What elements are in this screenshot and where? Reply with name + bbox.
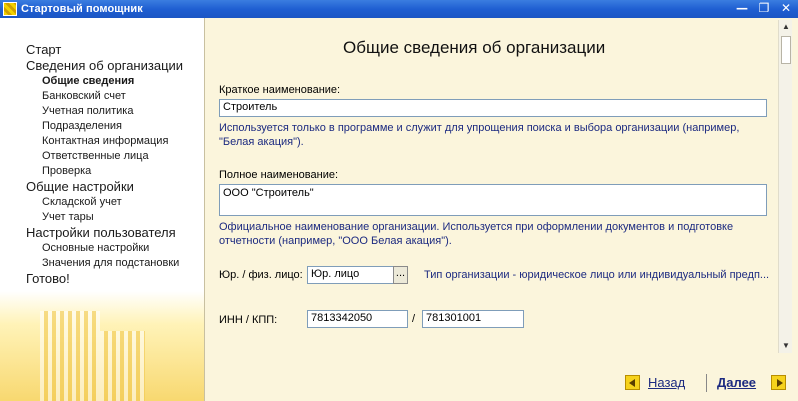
page-title: Общие сведения об организации bbox=[343, 38, 606, 57]
scroll-up-arrow-icon[interactable]: ▲ bbox=[779, 20, 793, 34]
short-name-input[interactable]: Строитель bbox=[219, 99, 767, 117]
sidebar-item[interactable]: Подразделения bbox=[26, 119, 183, 134]
back-arrow-icon[interactable] bbox=[625, 375, 640, 390]
inn-input[interactable]: 7813342050 bbox=[307, 310, 408, 328]
short-name-hint: Используется только в программе и служит… bbox=[219, 122, 740, 148]
scroll-thumb[interactable] bbox=[781, 36, 791, 64]
scroll-down-arrow-icon[interactable]: ▼ bbox=[779, 339, 793, 353]
building-shape bbox=[40, 311, 100, 401]
minimize-button[interactable]: — bbox=[732, 1, 752, 16]
full-name-input[interactable]: ООО "Строитель" bbox=[219, 184, 767, 216]
restore-button[interactable]: ❐ bbox=[754, 1, 774, 16]
legal-type-label: Юр. / физ. лицо: bbox=[219, 269, 303, 281]
inn-kpp-separator: / bbox=[412, 313, 416, 325]
sidebar-item[interactable]: Проверка bbox=[26, 164, 183, 179]
sidebar-item[interactable]: Значения для подстановки bbox=[26, 256, 183, 271]
next-button[interactable]: Далее bbox=[717, 375, 756, 390]
next-arrow-icon[interactable] bbox=[771, 375, 786, 390]
back-button[interactable]: Назад bbox=[648, 375, 685, 390]
short-name-label: Краткое наименование: bbox=[219, 84, 341, 96]
sidebar-item[interactable]: Старт bbox=[26, 42, 183, 58]
step-navigation: Старт Сведения об организации Общие сведен… bbox=[26, 42, 183, 287]
building-shape bbox=[100, 331, 145, 401]
nav-divider bbox=[706, 374, 707, 392]
legal-type-description: Тип организации - юридическое лицо или и… bbox=[424, 269, 770, 281]
kpp-input[interactable]: 781301001 bbox=[422, 310, 524, 328]
inn-kpp-label: ИНН / КПП: bbox=[219, 314, 278, 326]
wizard-navigation: Назад Далее bbox=[206, 371, 798, 395]
full-name-hint: Официальное наименование организации. Ис… bbox=[219, 221, 734, 247]
close-button[interactable]: ✕ bbox=[776, 1, 796, 16]
legal-type-choose-button[interactable]: ... bbox=[393, 266, 408, 284]
full-name-label: Полное наименование: bbox=[219, 169, 339, 181]
legal-type-field[interactable]: Юр. лицо bbox=[307, 266, 401, 284]
title-bar: Стартовый помощник — ❐ ✕ bbox=[0, 0, 798, 18]
sidebar-item[interactable]: Складской учет bbox=[26, 195, 183, 210]
sidebar-item[interactable]: Контактная информация bbox=[26, 134, 183, 149]
window-controls: — ❐ ✕ bbox=[732, 1, 796, 16]
sidebar-item[interactable]: Ответственные лица bbox=[26, 149, 183, 164]
sidebar-item[interactable]: Учет тары bbox=[26, 210, 183, 225]
sidebar-item[interactable]: Сведения об организации bbox=[26, 58, 183, 74]
sidebar-item[interactable]: Общие настройки bbox=[26, 179, 183, 195]
window-title: Стартовый помощник bbox=[21, 3, 143, 15]
sidebar-building-illustration bbox=[0, 291, 204, 401]
vertical-scrollbar[interactable]: ▲ ▼ bbox=[778, 20, 792, 353]
sidebar-item[interactable]: Настройки пользователя bbox=[26, 225, 183, 241]
sidebar-item[interactable]: Общие сведения bbox=[26, 74, 183, 89]
sidebar-item[interactable]: Основные настройки bbox=[26, 241, 183, 256]
main-content: Общие сведения об организации Краткое на… bbox=[206, 18, 798, 401]
sidebar-item[interactable]: Учетная политика bbox=[26, 104, 183, 119]
sidebar-item[interactable]: Готово! bbox=[26, 271, 183, 287]
sidebar: Старт Сведения об организации Общие сведен… bbox=[0, 18, 205, 401]
sidebar-item[interactable]: Банковский счет bbox=[26, 89, 183, 104]
app-icon bbox=[3, 2, 17, 16]
